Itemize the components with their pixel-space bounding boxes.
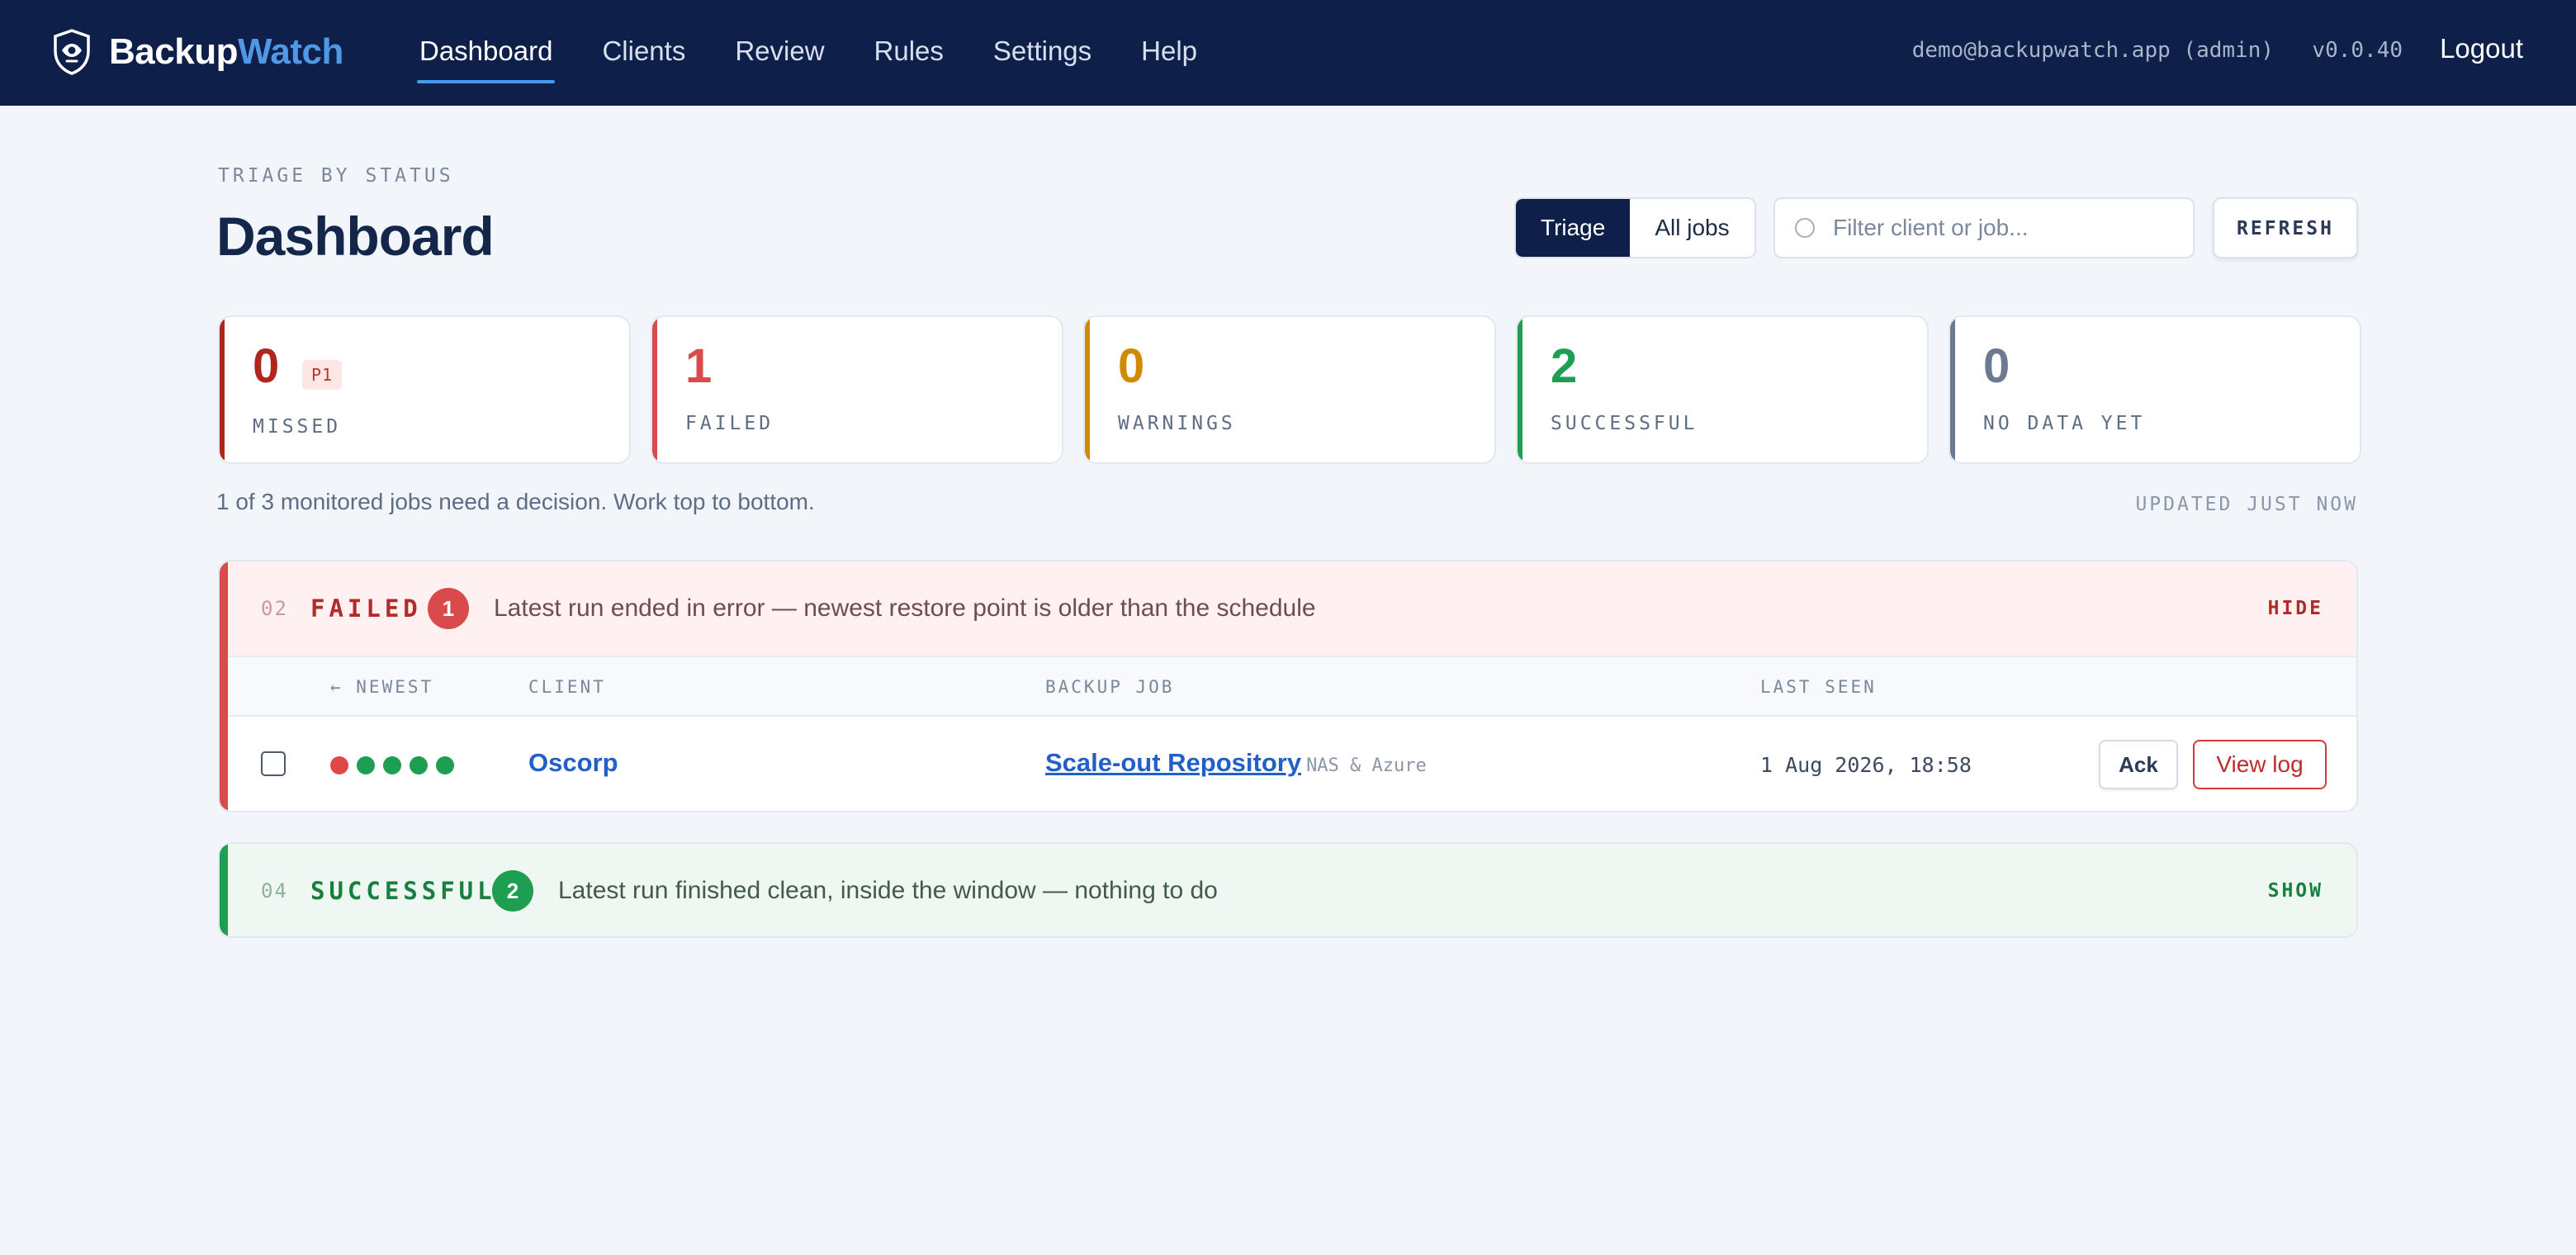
brand-name: BackupWatch — [109, 28, 343, 76]
page-eyebrow: TRIAGE BY STATUS — [218, 165, 454, 187]
client-link[interactable]: Oscorp — [528, 748, 618, 778]
stat-value: 1 — [685, 339, 713, 393]
nav-item-clients[interactable]: Clients — [602, 0, 685, 106]
group-number: 04 — [261, 879, 288, 902]
stat-card-successful[interactable]: 2 SUCCESSFUL — [1516, 315, 1929, 464]
group-count-badge: 1 — [428, 588, 469, 629]
failed-group: 02 FAILED 1 Latest run ended in error — … — [218, 560, 2358, 812]
nav-item-settings[interactable]: Settings — [993, 0, 1091, 106]
main-nav: Dashboard Clients Review Rules Settings … — [416, 0, 1247, 106]
failed-group-header: 02 FAILED 1 Latest run ended in error — … — [220, 561, 2356, 656]
column-header-backup-job: BACKUP JOB — [1045, 677, 1175, 697]
group-count-badge: 2 — [492, 870, 533, 912]
run-status-dot-success[interactable] — [436, 756, 454, 774]
successful-group: 04 SUCCESSFUL 2 Latest run finished clea… — [218, 842, 2358, 938]
stat-label: MISSED — [253, 416, 342, 438]
backup-job-target: NAS & Azure — [1306, 755, 1427, 776]
last-seen-timestamp: 1 Aug 2026, 18:58 — [1760, 753, 1972, 777]
brand-logo[interactable]: BackupWatch — [51, 28, 343, 76]
group-description: Latest run finished clean, inside the wi… — [558, 877, 1218, 904]
filter-input[interactable] — [1833, 215, 2180, 241]
logout-button[interactable]: Logout — [2440, 33, 2523, 64]
show-group-button[interactable]: SHOW — [2268, 880, 2323, 902]
status-summary-cards: 0 P1 MISSED 1 FAILED 0 WARNINGS 2 SUCCES… — [218, 315, 2361, 464]
nav-item-dashboard[interactable]: Dashboard — [416, 0, 556, 106]
refresh-button[interactable]: REFRESH — [2213, 197, 2358, 258]
page-title: Dashboard — [216, 206, 495, 267]
all-jobs-view-button[interactable]: All jobs — [1630, 199, 1754, 257]
stat-value: 0 — [253, 339, 280, 393]
nav-item-help[interactable]: Help — [1141, 0, 1197, 106]
run-status-dot-failed[interactable] — [330, 756, 348, 774]
group-description: Latest run ended in error — newest resto… — [494, 594, 1316, 622]
summary-text: 1 of 3 monitored jobs need a decision. W… — [216, 489, 815, 514]
updated-status: UPDATED JUST NOW — [2135, 494, 2358, 515]
shield-eye-icon — [54, 29, 90, 75]
search-icon — [1795, 218, 1815, 238]
brand-name-part1: Backup — [109, 31, 238, 72]
row-select-checkbox[interactable] — [261, 751, 286, 776]
table-header: ← NEWEST CLIENT BACKUP JOB LAST SEEN — [220, 656, 2356, 717]
stat-label: NO DATA YET — [1983, 413, 2146, 434]
successful-group-header: 04 SUCCESSFUL 2 Latest run finished clea… — [220, 844, 2356, 936]
view-log-button[interactable]: View log — [2193, 740, 2327, 789]
stat-value: 0 — [1983, 339, 2010, 393]
group-title: FAILED — [310, 594, 422, 623]
table-row: Oscorp Scale-out Repository NAS & Azure 1… — [220, 717, 2356, 811]
ack-button[interactable]: Ack — [2099, 740, 2178, 789]
run-status-dot-success[interactable] — [383, 756, 401, 774]
stat-label: FAILED — [685, 413, 774, 434]
brand-name-part2: Watch — [237, 31, 343, 72]
stat-card-no-data[interactable]: 0 NO DATA YET — [1949, 315, 2361, 464]
current-user: demo@backupwatch.app (admin) — [1911, 38, 2274, 63]
filter-box — [1773, 197, 2195, 258]
column-header-client: CLIENT — [528, 677, 606, 697]
stat-label: SUCCESSFUL — [1551, 413, 1698, 434]
group-title: SUCCESSFUL — [310, 877, 496, 905]
nav-item-rules[interactable]: Rules — [874, 0, 944, 106]
triage-view-button[interactable]: Triage — [1516, 199, 1631, 257]
hide-group-button[interactable]: HIDE — [2268, 598, 2323, 619]
view-toggle: Triage All jobs — [1514, 197, 1756, 258]
group-number: 02 — [261, 597, 288, 620]
column-header-last-seen: LAST SEEN — [1760, 677, 1877, 697]
stat-card-failed[interactable]: 1 FAILED — [651, 315, 1063, 464]
stat-card-warnings[interactable]: 0 WARNINGS — [1083, 315, 1496, 464]
run-status-dot-success[interactable] — [410, 756, 428, 774]
run-status-dot-success[interactable] — [357, 756, 375, 774]
backup-job-cell: Scale-out Repository NAS & Azure — [1045, 748, 1427, 778]
app-version: v0.0.40 — [2312, 38, 2403, 63]
nav-item-review[interactable]: Review — [735, 0, 824, 106]
run-history — [330, 756, 462, 774]
backup-job-link[interactable]: Scale-out Repository — [1045, 748, 1301, 777]
priority-badge: P1 — [302, 360, 343, 390]
column-header-newest: ← NEWEST — [330, 677, 434, 697]
stat-label: WARNINGS — [1118, 413, 1236, 434]
stat-value: 2 — [1551, 339, 1578, 393]
top-navigation-bar: BackupWatch Dashboard Clients Review Rul… — [0, 0, 2576, 106]
stat-card-missed[interactable]: 0 P1 MISSED — [218, 315, 631, 464]
stat-value: 0 — [1118, 339, 1145, 393]
